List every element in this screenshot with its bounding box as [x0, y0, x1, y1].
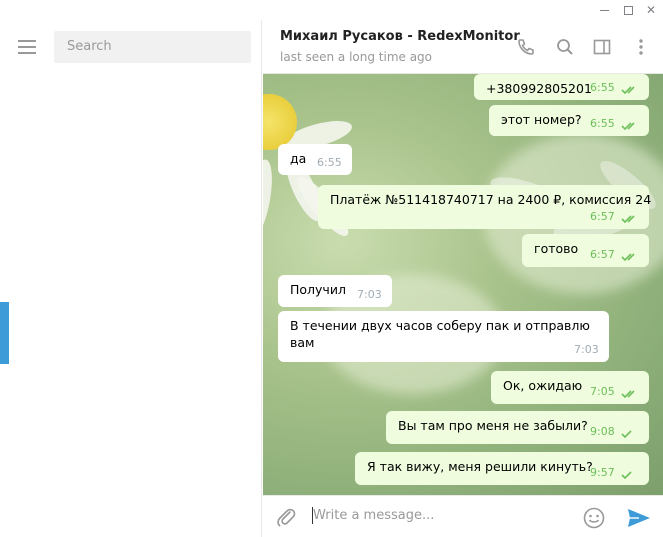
- message-bubble[interactable]: да 6:55: [278, 144, 352, 175]
- message-time: 6:57: [590, 248, 615, 261]
- more-vertical-icon[interactable]: [631, 37, 651, 57]
- window-titlebar: ✕: [0, 0, 663, 20]
- message-text: +380992805201: [486, 81, 592, 96]
- message-bubble[interactable]: В течении двух часов соберу пак и отправ…: [278, 311, 609, 362]
- message-text: Платёж №511418740717 на 2400 ₽, комиссия…: [330, 192, 652, 207]
- read-checkmarks-icon: [621, 253, 635, 262]
- message-time: 7:03: [357, 288, 382, 301]
- message-text: готово: [534, 241, 579, 256]
- chat-background: +380992805201 6:55 этот номер? 6:55 да 6…: [263, 74, 663, 495]
- message-bubble[interactable]: Вы там про меня не забыли? 9:08: [386, 411, 649, 444]
- message-bubble[interactable]: Ок, ожидаю 7:05: [491, 371, 649, 404]
- message-bubble[interactable]: Получил 7:03: [278, 275, 392, 307]
- message-text: этот номер?: [501, 112, 582, 127]
- message-composer: Write a message...: [263, 495, 663, 537]
- sent-checkmark-icon: [621, 430, 632, 439]
- message-time: 9:57: [590, 466, 615, 479]
- chat-area: Михаил Русаков - RedexMonitor last seen …: [263, 20, 663, 537]
- message-time: 7:05: [590, 385, 615, 398]
- menu-icon[interactable]: [18, 40, 36, 54]
- active-chat-indicator: [0, 302, 9, 364]
- message-time: 6:55: [590, 81, 615, 94]
- message-text-line: В течении двух часов соберу пак и отправ…: [290, 318, 590, 333]
- send-icon[interactable]: [626, 506, 652, 530]
- sent-checkmark-icon: [621, 471, 632, 480]
- emoji-icon[interactable]: [582, 506, 606, 530]
- read-checkmarks-icon: [621, 86, 635, 95]
- peer-status: last seen a long time ago: [280, 50, 433, 64]
- message-text: Ок, ожидаю: [503, 378, 583, 393]
- message-text-line: вам: [290, 335, 315, 350]
- search-input[interactable]: Search: [54, 31, 251, 63]
- minimize-button[interactable]: [594, 2, 614, 18]
- message-time: 9:08: [590, 425, 615, 438]
- message-bubble[interactable]: готово 6:57: [522, 234, 649, 267]
- close-button[interactable]: ✕: [641, 2, 661, 18]
- chat-list-panel: Search: [0, 20, 262, 537]
- message-bubble[interactable]: Я так вижу, меня решили кинуть? 9:57: [355, 452, 649, 485]
- read-checkmarks-icon: [621, 122, 635, 131]
- maximize-button[interactable]: [618, 2, 638, 18]
- message-text: да: [290, 151, 307, 166]
- search-icon[interactable]: [555, 37, 575, 57]
- message-time: 7:03: [574, 343, 599, 356]
- message-bubble[interactable]: этот номер? 6:55: [489, 105, 649, 136]
- attach-icon[interactable]: [275, 506, 297, 528]
- message-input[interactable]: Write a message...: [313, 508, 434, 523]
- message-text: Вы там про меня не забыли?: [398, 418, 588, 433]
- message-text: Я так вижу, меня решили кинуть?: [367, 459, 593, 474]
- message-bubble[interactable]: Платёж №511418740717 на 2400 ₽, комиссия…: [318, 185, 652, 229]
- message-time: 6:55: [317, 156, 342, 169]
- phone-icon[interactable]: [516, 37, 536, 57]
- message-text: Получил: [290, 282, 346, 297]
- read-checkmarks-icon: [621, 390, 635, 399]
- message-bubble[interactable]: +380992805201 6:55: [474, 74, 649, 100]
- chat-header: Михаил Русаков - RedexMonitor last seen …: [263, 20, 663, 74]
- peer-name[interactable]: Михаил Русаков - RedexMonitor: [280, 29, 520, 44]
- message-time: 6:55: [590, 117, 615, 130]
- message-time: 6:57: [590, 210, 615, 223]
- read-checkmarks-icon: [621, 215, 635, 224]
- sidebar-toggle-icon[interactable]: [592, 37, 612, 57]
